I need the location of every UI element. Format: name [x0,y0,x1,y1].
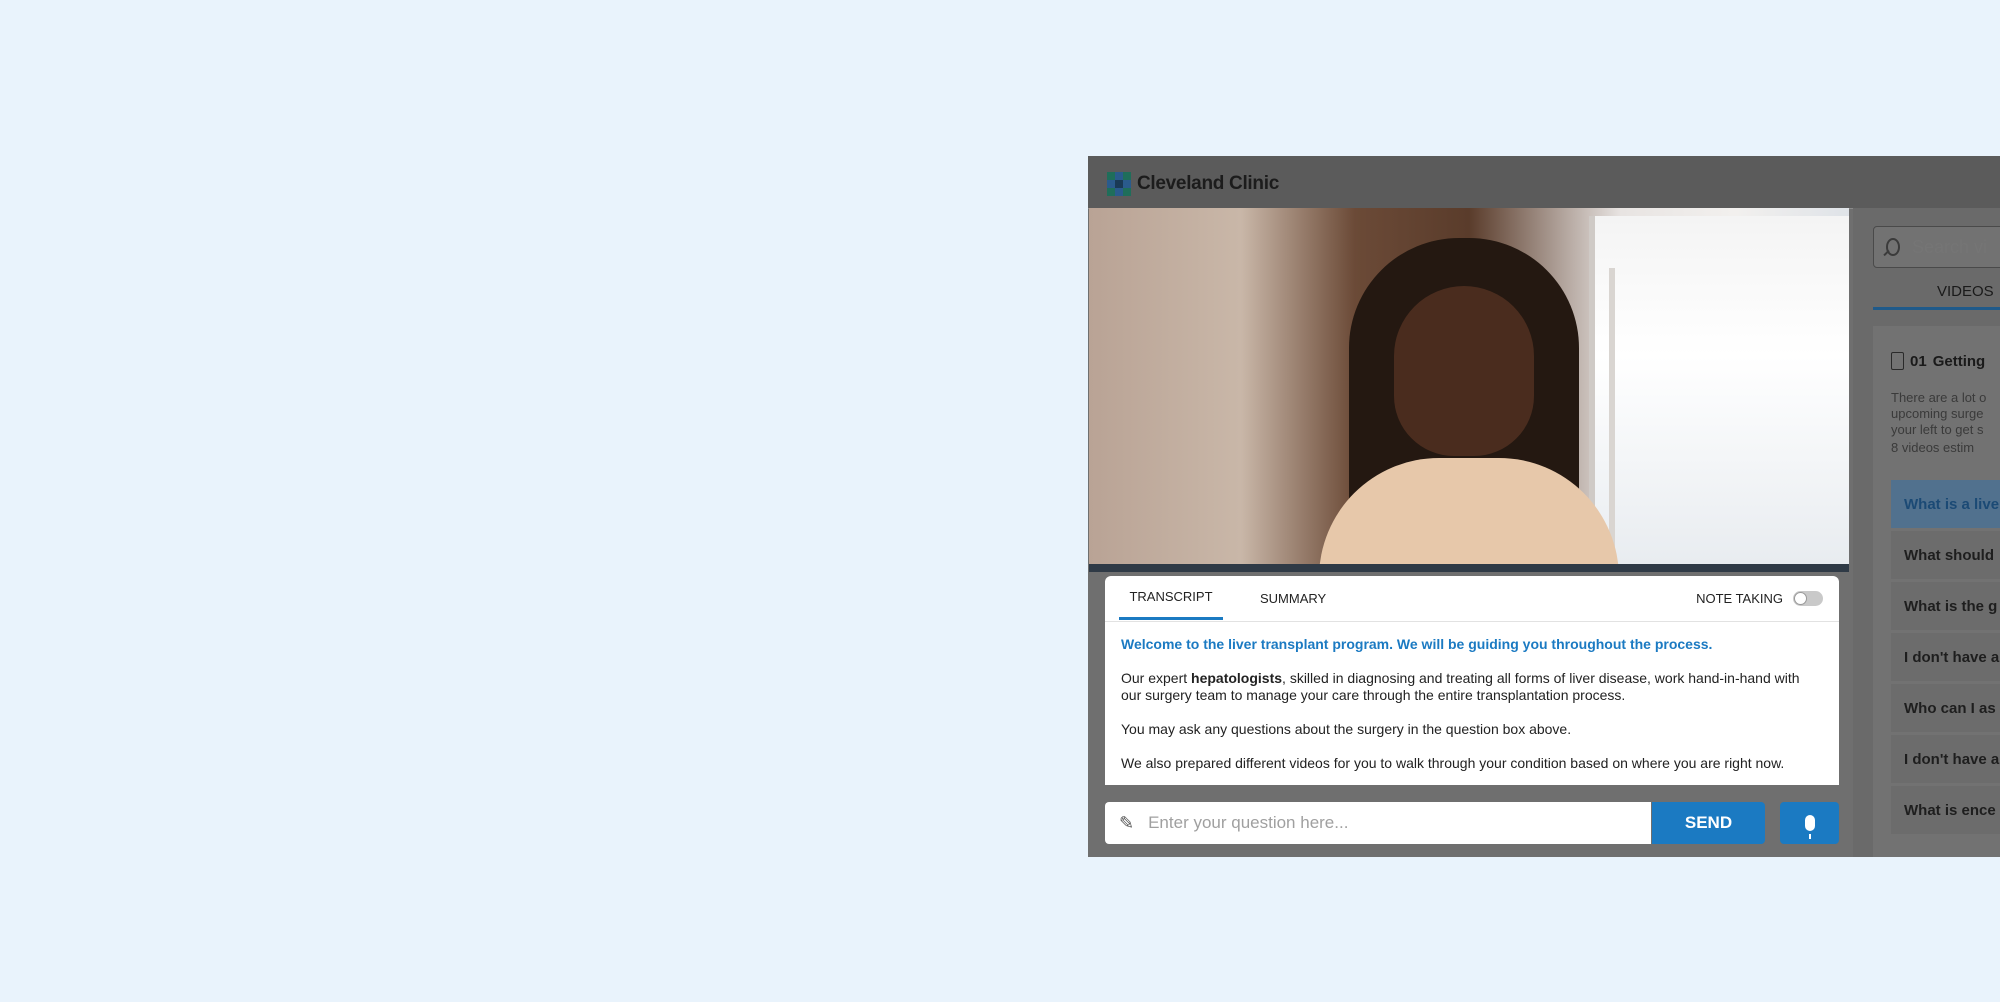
document-icon [1891,352,1904,370]
playlist-name: Getting [1932,352,1986,370]
playlist-meta: 8 videos estim [1891,440,1975,455]
tab-transcript[interactable]: TRANSCRIPT [1119,576,1223,620]
transcript-paragraph-3: We also prepared different videos for yo… [1121,755,1785,771]
question-bar: ✎ SEND [1105,802,1839,844]
playlist-card: 01 Getting There are a lot o upcoming su… [1873,326,2000,857]
question-box: ✎ [1105,802,1651,844]
top-bar: Cleveland Clinic [1088,156,2000,209]
playlist-item[interactable]: What is the g [1891,582,2000,630]
microphone-button[interactable] [1780,802,1839,844]
tab-summary[interactable]: SUMMARY [1260,576,1326,620]
cleveland-clinic-logo-icon [1107,172,1131,196]
search-icon [1886,238,1900,256]
brand-logo[interactable]: Cleveland Clinic [1107,172,1279,196]
send-button[interactable]: SEND [1652,802,1765,844]
playlist-description: There are a lot o upcoming surge your le… [1891,390,1987,437]
playlist-item[interactable]: I don't have a [1891,735,2000,783]
transcript-paragraph-2: You may ask any questions about the surg… [1121,721,1572,737]
playlist-number: 01 [1910,352,1927,370]
video-player[interactable] [1089,208,1849,572]
playlist-item[interactable]: I don't have a [1891,633,2000,681]
transcript-panel: TRANSCRIPT SUMMARY NOTE TAKING Welcome t… [1105,576,1839,785]
playlist-item[interactable]: What should [1891,531,2000,579]
video-sidebar: VIDEOS 01 Getting There are a lot o upco… [1853,208,2000,857]
search-input[interactable] [1910,235,2000,259]
video-search [1873,226,2000,268]
brand-name: Cleveland Clinic [1137,173,1279,194]
question-input[interactable] [1146,812,1631,834]
microphone-icon [1804,815,1815,839]
playlist-title[interactable]: 01 Getting [1891,352,1985,370]
video-progress-bar[interactable] [1089,564,1849,572]
playlist-item[interactable]: What is a live [1891,480,2000,528]
keyword-hepatologists[interactable]: hepatologists [1191,670,1282,686]
note-taking-label: NOTE TAKING [1696,590,1783,606]
note-taking-toggle[interactable] [1793,590,1823,606]
transcript-paragraph-1: Our expert hepatologists, skilled in dia… [1121,670,1800,703]
pencil-icon: ✎ [1119,812,1135,833]
playlist-item[interactable]: Who can I as [1891,684,2000,732]
transcript-text: Welcome to the liver transplant program.… [1121,636,1821,785]
tab-videos[interactable]: VIDEOS [1873,276,2000,310]
note-taking-control: NOTE TAKING [1696,576,1823,620]
app-window: Cleveland Clinic TRANSCRIPT SUMMARY NOTE… [1088,156,2000,857]
playlist-item[interactable]: What is ence [1891,786,2000,834]
panel-tabs: TRANSCRIPT SUMMARY NOTE TAKING [1105,576,1839,622]
transcript-lead: Welcome to the liver transplant program.… [1121,636,1713,652]
